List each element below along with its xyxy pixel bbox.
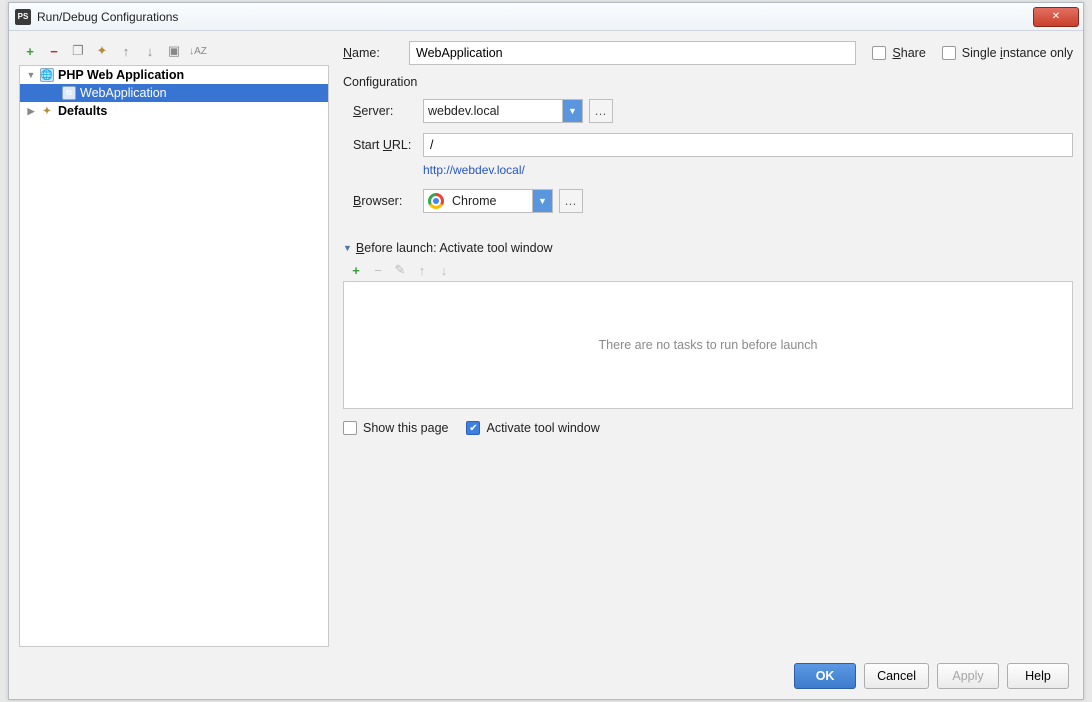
gear-icon: ✦ [40,104,54,118]
server-label: Server: [353,104,423,118]
window-title: Run/Debug Configurations [37,10,178,24]
resolved-url-link[interactable]: http://webdev.local/ [423,163,1073,177]
empty-tasks-text: There are no tasks to run before launch [599,338,818,352]
add-task-button[interactable]: + [349,263,363,277]
folder-button[interactable]: ▣ [165,42,183,60]
tree-node-defaults[interactable]: ▶ ✦ Defaults [20,102,328,120]
ok-button[interactable]: OK [794,663,856,689]
server-combo[interactable]: webdev.local ▼ [423,99,583,123]
start-url-input[interactable] [423,133,1073,157]
apply-button: Apply [937,663,999,689]
server-browse-button[interactable]: … [589,99,613,123]
close-icon: ✕ [1052,11,1060,22]
expand-toggle-icon[interactable]: ▼ [26,70,36,80]
dropdown-arrow-icon: ▼ [562,100,582,122]
browser-combo[interactable]: Chrome ▼ [423,189,553,213]
browser-label: Browser: [353,194,423,208]
before-launch-header[interactable]: ▼ Before launch: Activate tool window [343,241,1073,255]
start-url-label: Start URL: [353,138,423,152]
expand-toggle-icon[interactable]: ▶ [26,106,36,117]
copy-config-button[interactable]: ❐ [69,42,87,60]
window-close-button[interactable]: ✕ [1033,7,1079,27]
config-toolbar: + − ❐ ✦ ↑ ↓ ▣ ↓AZ [19,41,329,65]
before-launch-toolbar: + − ✎ ↑ ↓ [343,261,1073,281]
php-file-icon: ⧉ [62,86,76,100]
titlebar: PS Run/Debug Configurations ✕ [9,3,1083,31]
tree-node-label: WebApplication [80,86,167,100]
edit-defaults-button[interactable]: ✦ [93,42,111,60]
browser-value: Chrome [448,194,532,208]
tree-node-label: PHP Web Application [58,68,184,82]
dropdown-arrow-icon: ▼ [532,190,552,212]
help-button[interactable]: Help [1007,663,1069,689]
dialog-footer: OK Cancel Apply Help [794,663,1069,689]
edit-task-button[interactable]: ✎ [393,263,407,277]
tree-node-webapplication[interactable]: ⧉ WebApplication [20,84,328,102]
before-launch-tasks-list[interactable]: There are no tasks to run before launch [343,281,1073,409]
tree-node-php-web-application[interactable]: ▼ 🌐 PHP Web Application [20,66,328,84]
move-down-button[interactable]: ↓ [141,42,159,60]
checkbox-checked-icon: ✔ [466,421,480,435]
show-this-page-label: Show this page [363,421,448,435]
activate-tool-window-checkbox[interactable]: ✔ Activate tool window [466,421,599,435]
remove-config-button[interactable]: − [45,42,63,60]
app-icon: PS [15,9,31,25]
browser-browse-button[interactable]: … [559,189,583,213]
show-this-page-checkbox[interactable]: Show this page [343,421,448,435]
remove-task-button[interactable]: − [371,263,385,277]
sort-button[interactable]: ↓AZ [189,42,207,60]
single-instance-checkbox[interactable]: Single instance only [942,46,1073,60]
add-config-button[interactable]: + [21,42,39,60]
checkbox-icon [872,46,886,60]
task-up-button[interactable]: ↑ [415,263,429,277]
share-checkbox[interactable]: Share [872,46,925,60]
name-label: Name: [343,46,409,60]
name-input[interactable] [409,41,856,65]
server-value: webdev.local [424,104,562,118]
cancel-button[interactable]: Cancel [864,663,929,689]
task-down-button[interactable]: ↓ [437,263,451,277]
tree-node-label: Defaults [58,104,107,118]
activate-tool-window-label: Activate tool window [486,421,599,435]
move-up-button[interactable]: ↑ [117,42,135,60]
php-app-icon: 🌐 [40,68,54,82]
checkbox-icon [942,46,956,60]
config-tree[interactable]: ▼ 🌐 PHP Web Application ⧉ WebApplication… [19,65,329,647]
checkbox-icon [343,421,357,435]
disclosure-triangle-icon: ▼ [343,243,352,253]
chrome-icon [428,193,444,209]
run-debug-config-dialog: PS Run/Debug Configurations ✕ + − ❐ ✦ ↑ … [8,2,1084,700]
configuration-section-title: Configuration [343,75,1073,89]
